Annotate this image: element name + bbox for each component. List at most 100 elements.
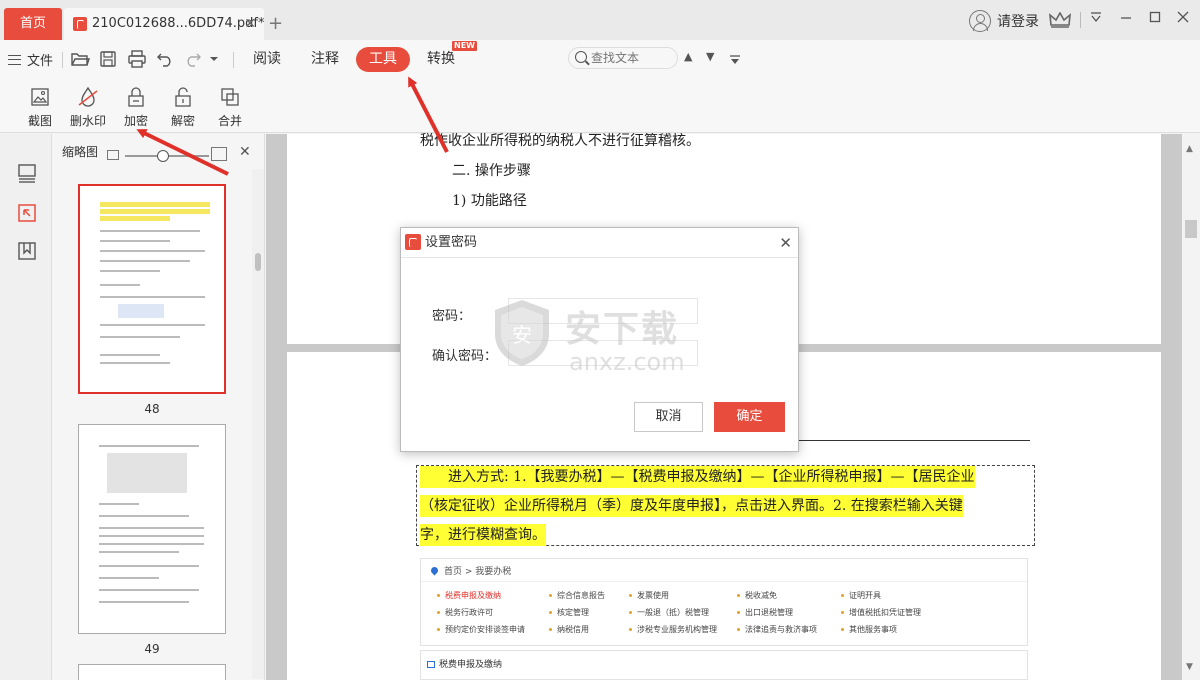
service-link: 出口退税管理 [737, 607, 793, 618]
document-text-line: 税作收企业所得税的纳税人不进行征算稽核。 [420, 133, 700, 149]
undo-icon[interactable] [155, 49, 175, 69]
service-link: 发票使用 [629, 590, 669, 601]
find-next-icon[interactable]: ▼ [706, 50, 714, 63]
thumbnail-scrollbar-thumb[interactable] [255, 253, 261, 271]
close-dialog-icon[interactable]: ✕ [779, 228, 792, 258]
window-controls-separator [1080, 12, 1081, 28]
tool-label: 解密 [170, 114, 195, 128]
crown-icon[interactable] [1049, 12, 1071, 28]
list-icon [427, 661, 435, 668]
tab-home[interactable]: 首页 [4, 8, 62, 40]
bookmark-jump-icon[interactable] [16, 202, 38, 224]
tool-label: 加密 [123, 114, 148, 128]
tool-remove-watermark[interactable]: 删水印 [63, 86, 113, 129]
close-window-icon[interactable] [1171, 8, 1195, 32]
thumbnail-highlight [100, 202, 210, 207]
search-input[interactable] [591, 49, 675, 67]
embedded-screenshot-panel: 税费申报及缴纳 [420, 650, 1028, 680]
watermark-text: 安下载 [565, 309, 680, 350]
thumbnail-text-line [100, 354, 160, 356]
thumbnail-view-icon[interactable] [16, 162, 38, 184]
dropdown-menu-icon[interactable] [1084, 8, 1108, 32]
find-previous-icon[interactable]: ▲ [684, 50, 692, 63]
menu-convert[interactable]: 转换 [427, 49, 455, 69]
document-scrollbar-thumb[interactable] [1185, 220, 1197, 238]
embedded-screenshot-panel: 首页 > 我要办税 税费申报及缴纳 综合信息报告 发票使用 税收减免 证明开具 … [420, 558, 1028, 646]
thumbnail-text-line [100, 284, 140, 286]
page-number: 48 [144, 402, 160, 416]
tab-bar: 首页 210C012688...6DD74.pdf* ✕ + 请登录 [0, 0, 1200, 40]
service-link: 税收减免 [737, 590, 777, 601]
breadcrumb: 首页 > 我要办税 [429, 564, 511, 577]
tool-merge[interactable]: 合并 [205, 86, 255, 129]
zoom-out-thumbnail-icon[interactable] [107, 150, 119, 160]
page-thumbnail[interactable] [78, 184, 226, 394]
cancel-button[interactable]: 取消 [634, 402, 703, 432]
service-link: 增值税抵扣凭证管理 [841, 607, 921, 618]
save-icon[interactable] [98, 49, 118, 69]
thumbnail-text-line [99, 535, 204, 537]
screenshot-icon [31, 88, 49, 106]
thumbnail-highlight [100, 209, 210, 214]
thumbnail-text-line [99, 543, 204, 545]
thumbnail-scrollbar[interactable] [252, 169, 264, 679]
thumbnail-text-line [99, 551, 179, 553]
document-scrollbar[interactable]: ▲ ▼ [1182, 134, 1200, 680]
tab-document[interactable]: 210C012688...6DD74.pdf* ✕ [64, 8, 264, 40]
menu-annotate[interactable]: 注释 [311, 49, 339, 69]
bookmark-icon[interactable] [16, 240, 38, 262]
menu-read[interactable]: 阅读 [253, 49, 281, 69]
tool-label: 合并 [217, 114, 242, 128]
service-link: 核定管理 [549, 607, 589, 618]
page-thumbnail[interactable] [78, 664, 226, 680]
minimize-icon[interactable] [1114, 8, 1138, 32]
tool-decrypt[interactable]: 解密 [158, 86, 208, 129]
section-header: 税费申报及缴纳 [427, 657, 502, 670]
login-label: 请登录 [997, 14, 1039, 30]
tool-encrypt[interactable]: 加密 [111, 86, 161, 129]
thumbnail-text-line [100, 260, 190, 262]
app-logo-icon [405, 234, 421, 250]
dialog-titlebar: 设置密码 ✕ [401, 228, 798, 258]
menu-tools[interactable]: 工具 [356, 47, 410, 72]
close-tab-icon[interactable]: ✕ [244, 8, 256, 40]
thumbnail-text-line [100, 230, 200, 232]
menu-bar: 文件 阅读 注释 工具 转换 NEW ▲ ▼ [0, 40, 1200, 78]
redo-icon[interactable] [183, 49, 203, 69]
ok-button[interactable]: 确定 [714, 402, 785, 432]
left-sidebar-rail [0, 134, 52, 680]
new-badge: NEW [452, 41, 477, 51]
quick-access-dropdown-icon[interactable] [209, 54, 219, 64]
shield-icon: 安 [495, 300, 549, 366]
highlighted-text-line: 字，进行模糊查询。 [420, 524, 546, 546]
search-options-icon[interactable] [729, 54, 741, 66]
login-button[interactable]: 请登录 [969, 9, 1039, 33]
service-link: 纳税信用 [549, 624, 589, 635]
open-folder-icon[interactable] [70, 49, 90, 69]
thumbnail-text-line [100, 270, 160, 272]
page-number: 49 [144, 642, 160, 656]
thumbnail-text-line [99, 515, 189, 517]
remove-watermark-icon [78, 86, 98, 107]
zoom-in-thumbnail-icon[interactable] [211, 147, 227, 161]
divider [421, 581, 1027, 582]
scroll-up-icon[interactable]: ▲ [1186, 144, 1193, 154]
tool-label: 删水印 [69, 114, 106, 128]
thumbnail-text-line [99, 589, 199, 591]
thumbnail-text-line [99, 601, 189, 603]
find-text-box[interactable] [568, 47, 678, 69]
thumbnail-size-slider-knob[interactable] [157, 150, 169, 162]
add-tab-icon[interactable]: + [268, 14, 283, 34]
service-link: 证明开具 [841, 590, 881, 601]
page-thumbnail[interactable] [78, 424, 226, 634]
file-menu[interactable]: 文件 [8, 50, 53, 69]
tool-screenshot[interactable]: 截图 [15, 86, 65, 129]
scroll-down-icon[interactable]: ▼ [1186, 662, 1193, 672]
merge-icon [221, 88, 239, 106]
print-icon[interactable] [127, 49, 147, 69]
thumbnail-text-line [100, 324, 205, 326]
close-panel-icon[interactable]: ✕ [239, 144, 251, 160]
maximize-icon[interactable] [1143, 8, 1167, 32]
service-link: 税费申报及缴纳 [437, 590, 501, 601]
service-link: 预约定价安排谈签申请 [437, 624, 525, 635]
